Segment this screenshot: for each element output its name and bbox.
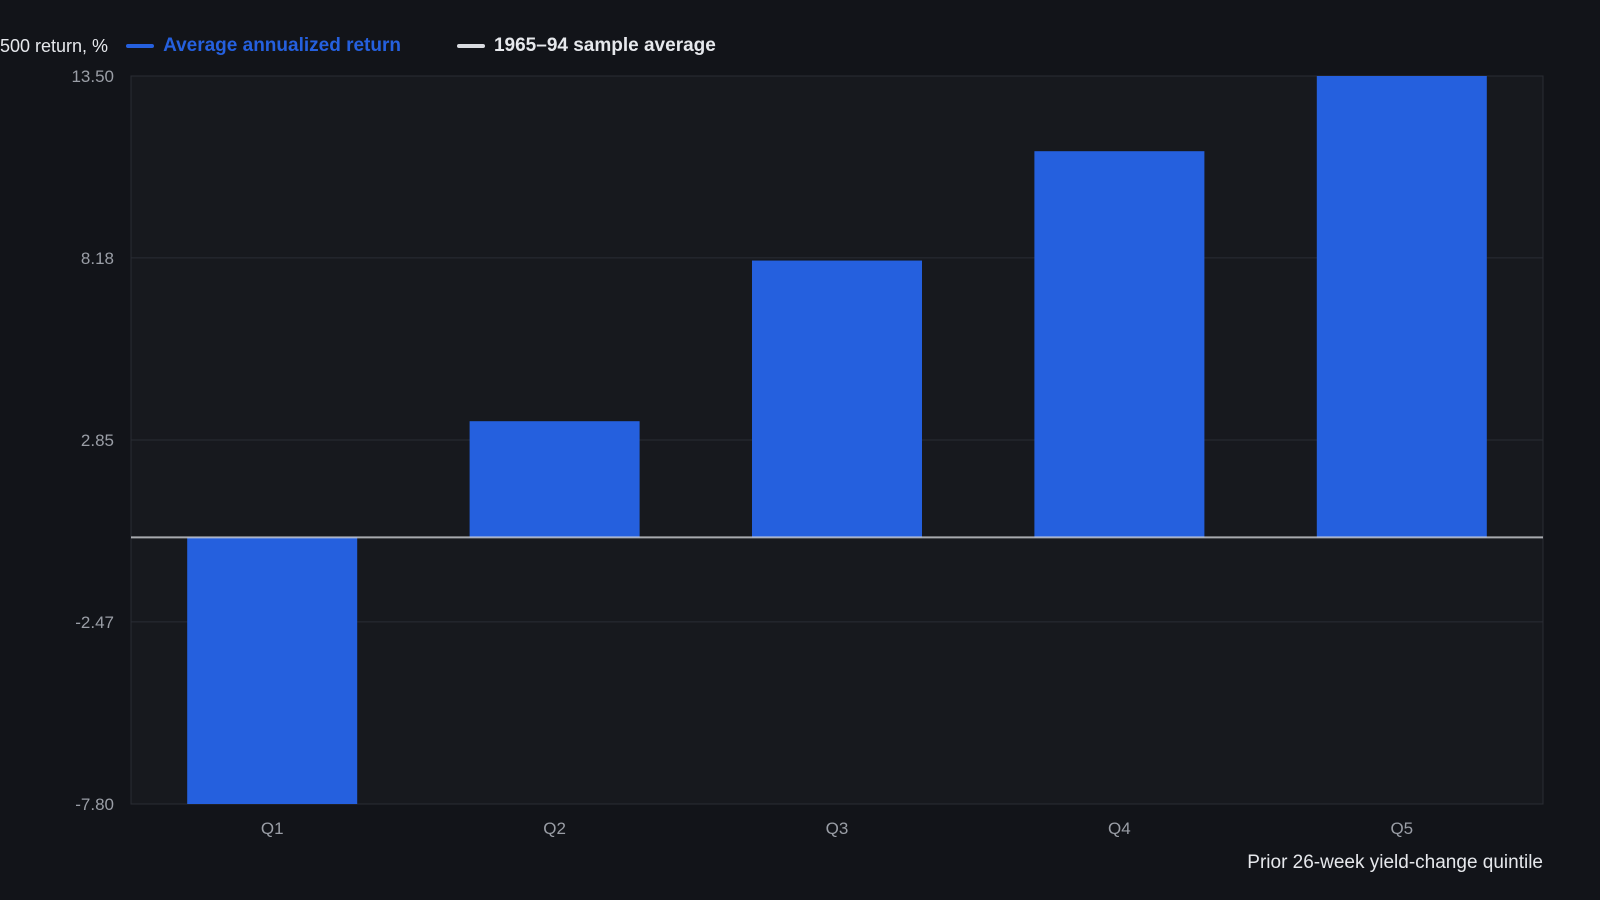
bar-q2	[469, 421, 640, 538]
y-tick-label: 2.85	[81, 431, 114, 450]
x-tick-label: Q5	[1390, 819, 1413, 838]
x-tick-label: Q3	[826, 819, 849, 838]
chart-plot: 13.50 8.18 2.85 -2.47 -7.80 Q1 Q2 Q3 Q4 Q5 Prior 2…	[71, 67, 1544, 873]
bar-q1	[187, 537, 358, 804]
bar-q3	[752, 260, 922, 538]
x-tick-label: Q1	[261, 819, 284, 838]
bar-q5	[1316, 76, 1487, 538]
y-tick-label: 13.50	[71, 67, 114, 86]
y-tick-label: -2.47	[75, 613, 114, 632]
y-tick-label: -7.80	[75, 795, 114, 814]
chart-container: 500 return, % Average annualized return …	[0, 0, 1600, 900]
x-tick-label: Q4	[1108, 819, 1131, 838]
x-tick-label: Q2	[543, 819, 566, 838]
x-axis-title: Prior 26-week yield-change quintile	[1247, 852, 1543, 873]
bar-q4	[1034, 151, 1205, 538]
y-tick-label: 8.18	[81, 249, 114, 268]
